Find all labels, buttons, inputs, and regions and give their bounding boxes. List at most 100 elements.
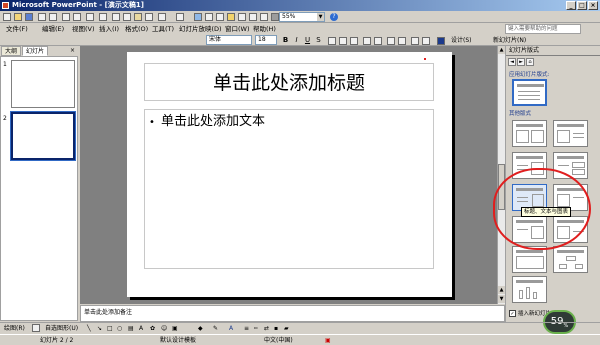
oval-icon[interactable]: ○ — [117, 324, 122, 333]
minimize-button[interactable]: _ — [566, 1, 576, 10]
font-color-icon[interactable] — [437, 37, 445, 45]
zoom-select[interactable]: 55% ▼ — [279, 12, 325, 22]
underline-button[interactable]: U — [303, 36, 312, 45]
close-button[interactable]: × — [588, 1, 598, 10]
expand-all-icon[interactable] — [238, 13, 246, 21]
arrow-style-icon[interactable]: ⇄ — [264, 324, 269, 333]
back-icon[interactable]: ◄ — [508, 58, 516, 66]
home-icon[interactable]: ⌂ — [526, 58, 534, 66]
font-size-select[interactable]: 18 — [255, 35, 277, 45]
insert-chart-icon[interactable] — [194, 13, 202, 21]
paste-icon[interactable] — [134, 13, 142, 21]
bold-button[interactable]: B — [281, 36, 290, 45]
insert-table-icon[interactable] — [205, 13, 213, 21]
3d-style-icon[interactable]: ▰ — [284, 324, 289, 333]
decrease-font-icon[interactable] — [398, 37, 406, 45]
fill-color-icon[interactable]: ◆ — [198, 324, 203, 333]
help-icon[interactable]: ? — [330, 13, 338, 21]
line-style-icon[interactable]: ≡ — [244, 324, 249, 333]
forward-icon[interactable]: ► — [517, 58, 525, 66]
select-pointer-icon[interactable] — [32, 324, 40, 332]
insert-diagram-icon[interactable] — [227, 13, 235, 21]
italic-button[interactable]: I — [292, 36, 301, 45]
rectangle-icon[interactable]: □ — [107, 324, 113, 333]
print-preview-icon[interactable] — [73, 13, 81, 21]
title-placeholder[interactable]: 单击此处添加标题 — [144, 63, 434, 101]
maximize-button[interactable]: □ — [577, 1, 587, 10]
align-left-icon[interactable] — [328, 37, 336, 45]
copy-icon[interactable] — [123, 13, 131, 21]
font-name-select[interactable]: 宋体 — [206, 35, 252, 45]
tab-outline[interactable]: 大纲 — [1, 46, 22, 56]
increase-font-icon[interactable] — [387, 37, 395, 45]
cut-icon[interactable] — [112, 13, 120, 21]
autoshapes-menu[interactable]: 自选图形(U) — [45, 324, 78, 333]
menu-view[interactable]: 视图(V) — [72, 24, 95, 34]
numbering-icon[interactable] — [363, 37, 371, 45]
research-icon[interactable] — [99, 13, 107, 21]
new-slide-button[interactable]: 新幻灯片(N) — [493, 36, 526, 45]
grid-icon[interactable] — [260, 13, 268, 21]
next-slide-icon[interactable]: ▼ — [498, 295, 505, 303]
menu-slideshow[interactable]: 幻灯片放映(D) — [179, 24, 222, 34]
undo-icon[interactable] — [158, 13, 166, 21]
format-painter-icon[interactable] — [145, 13, 153, 21]
layout-table[interactable] — [512, 246, 547, 273]
dash-style-icon[interactable]: ┅ — [254, 324, 258, 333]
grayscale-icon[interactable] — [271, 13, 279, 21]
arrow-icon[interactable]: ↘ — [97, 324, 102, 333]
spelling-icon[interactable] — [86, 13, 94, 21]
layout-title-text[interactable] — [512, 79, 547, 106]
bullets-icon[interactable] — [374, 37, 382, 45]
notes-pane[interactable]: 单击此处添加备注 — [80, 305, 505, 322]
scroll-up-icon[interactable]: ▲ — [498, 46, 505, 54]
layout-block — [572, 162, 585, 168]
layout-chart-text[interactable] — [553, 120, 588, 147]
new-icon[interactable] — [3, 13, 11, 21]
open-icon[interactable] — [14, 13, 22, 21]
menu-format[interactable]: 格式(O) — [125, 24, 148, 34]
align-right-icon[interactable] — [350, 37, 358, 45]
font-color-icon[interactable]: A — [229, 324, 233, 333]
line-icon[interactable]: ╲ — [87, 324, 91, 333]
menu-window[interactable]: 窗口(W) — [225, 24, 250, 34]
show-on-insert-checkbox[interactable]: ✓ — [509, 310, 516, 317]
help-question-input[interactable]: 键入需要帮助的问题 — [505, 24, 581, 34]
draw-menu[interactable]: 绘图(R) — [4, 324, 25, 333]
layout-chart[interactable] — [512, 276, 547, 303]
permission-icon[interactable] — [38, 13, 46, 21]
picture-icon[interactable]: ▣ — [172, 324, 178, 333]
menu-edit[interactable]: 编辑(E) — [42, 24, 64, 34]
diagram-icon[interactable]: ✿ — [150, 324, 155, 333]
vertical-scrollbar[interactable]: ▲ ▲ ▼ — [497, 46, 505, 304]
previous-slide-icon[interactable]: ▲ — [498, 286, 505, 294]
slide-thumbnail-selected[interactable] — [10, 111, 76, 161]
language: 中文(中国) — [264, 337, 293, 344]
body-placeholder[interactable]: • 单击此处添加文本 — [144, 109, 434, 269]
redo-icon[interactable] — [176, 13, 184, 21]
show-formatting-icon[interactable] — [249, 13, 257, 21]
align-center-icon[interactable] — [339, 37, 347, 45]
layout-org-chart[interactable] — [553, 246, 588, 273]
save-icon[interactable] — [25, 13, 33, 21]
tab-slides[interactable]: 幻灯片 — [22, 46, 49, 56]
menu-tools[interactable]: 工具(T) — [152, 24, 174, 34]
print-icon[interactable] — [62, 13, 70, 21]
menu-insert[interactable]: 插入(I) — [99, 24, 119, 34]
tables-borders-icon[interactable] — [216, 13, 224, 21]
shadow-button[interactable]: S — [314, 36, 323, 45]
textbox-icon[interactable]: ▤ — [128, 324, 134, 333]
decrease-indent-icon[interactable] — [411, 37, 419, 45]
shadow-style-icon[interactable]: ▪ — [274, 324, 278, 333]
menu-file[interactable]: 文件(F) — [6, 24, 28, 34]
email-icon[interactable] — [49, 13, 57, 21]
slide-thumbnail[interactable] — [11, 60, 75, 108]
wordart-icon[interactable]: A — [139, 324, 143, 333]
layout-two-content[interactable] — [512, 120, 547, 147]
menu-help[interactable]: 帮助(H) — [253, 24, 276, 34]
clipart-icon[interactable]: ☺ — [161, 324, 167, 333]
line-color-icon[interactable]: ✎ — [213, 324, 218, 333]
design-button[interactable]: 设计(S) — [451, 36, 472, 45]
increase-indent-icon[interactable] — [422, 37, 430, 45]
close-icon[interactable]: × — [70, 47, 75, 54]
